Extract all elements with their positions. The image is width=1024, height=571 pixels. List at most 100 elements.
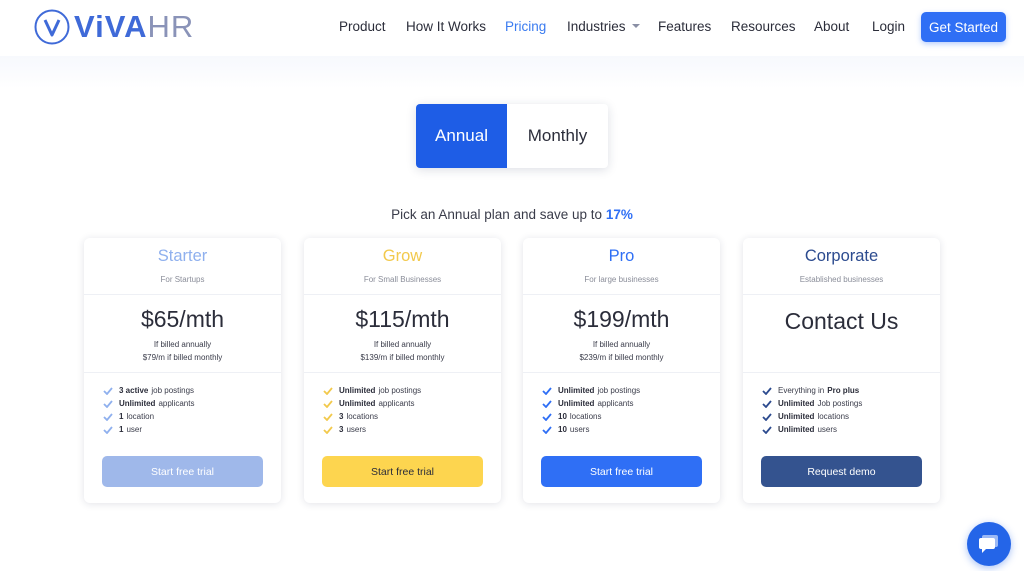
plan-cta-button[interactable]: Start free trial [102,456,263,487]
card-divider [84,294,281,295]
plan-name: Grow [382,247,423,265]
billed-annually-note: If billed annually [153,340,212,349]
feature-text: users [569,425,590,434]
feature-text: location [126,412,155,421]
chat-bubble-icon [979,535,998,553]
feature-text: Job postings [817,399,863,408]
feature-highlight: Unlimited [558,399,595,408]
nav-how-it-works[interactable]: How It Works [406,19,486,34]
feature-text: locations [346,412,379,421]
feature-text: applicants [378,399,415,408]
check-icon [323,425,333,434]
feature-list: Unlimited job postings Unlimited applicants… [323,384,421,436]
feature-item: 3 users [323,423,421,436]
card-divider [523,372,720,373]
feature-highlight: Unlimited [778,412,815,421]
feature-item: 3 active job postings [103,384,194,397]
feature-text: job postings [151,386,195,395]
feature-item: Unlimited locations [762,410,862,423]
plan-card-pro: Pro For large businesses $199/mth If billed… [523,238,720,503]
feature-highlight: Unlimited [558,386,595,395]
plan-cta-button[interactable]: Start free trial [322,456,483,487]
check-icon [542,386,552,395]
logo[interactable]: ViVAHR [34,9,194,45]
feature-list: Everything in Pro plus Unlimited Job postin… [762,384,862,436]
plan-card-starter: Starter For Startups $65/mth If billed annu… [84,238,281,503]
feature-highlight: 1 [119,412,124,421]
billed-annually-note: If billed annually [373,340,432,349]
check-icon [542,412,552,421]
toggle-monthly[interactable]: Monthly [507,104,608,168]
plan-card-grow: Grow For Small Businesses $115/mth If bille… [304,238,501,503]
check-icon [762,386,772,395]
site-header: ViVAHR Product How It Works Pricing Indu… [0,0,1024,56]
nav-pricing[interactable]: Pricing [505,19,546,34]
nav-industries-label: Industries [567,19,626,34]
feature-text: job postings [597,386,641,395]
billed-monthly-note: $239/m if billed monthly [579,353,664,362]
plan-subtitle: For large businesses [584,275,659,284]
plan-name: Corporate [804,247,879,265]
feature-item: Unlimited job postings [542,384,640,397]
card-divider [304,294,501,295]
feature-text: user [126,425,143,434]
billing-toggle: Annual Monthly [416,104,608,168]
plan-cta-button[interactable]: Request demo [761,456,922,487]
savings-text: Pick an Annual plan and save up to [391,207,603,222]
feature-highlight: 1 [119,425,124,434]
check-icon [542,425,552,434]
feature-item: 10 users [542,423,640,436]
feature-item: 1 user [103,423,194,436]
check-icon [103,399,113,408]
logo-text: ViVAHR [74,9,194,45]
plan-price: $115/mth [355,306,450,332]
feature-highlight: 3 [339,412,344,421]
feature-highlight: Unlimited [339,386,376,395]
nav-industries[interactable]: Industries [567,19,640,34]
feature-text: applicants [158,399,195,408]
feature-list: Unlimited job postings Unlimited applicants… [542,384,640,436]
check-icon [103,412,113,421]
chevron-down-icon [631,24,640,29]
check-icon [323,399,333,408]
chat-widget-button[interactable] [967,522,1011,566]
toggle-annual[interactable]: Annual [416,104,507,168]
savings-message: Pick an Annual plan and save up to 17% [0,207,1024,222]
plan-name: Starter [157,247,208,265]
feature-highlight: 10 [558,412,567,421]
feature-text: users [817,425,838,434]
nav-login[interactable]: Login [872,19,905,34]
card-divider [743,372,940,373]
billed-annually-note: If billed annually [592,340,651,349]
plan-price: Contact Us [784,308,899,334]
card-divider [84,372,281,373]
feature-item: Unlimited job postings [323,384,421,397]
feature-highlight: Pro plus [827,386,860,395]
feature-text: applicants [597,399,634,408]
plan-name: Pro [608,247,635,265]
card-divider [523,294,720,295]
logo-text-hr: HR [147,9,195,44]
feature-text: locations [817,412,850,421]
get-started-button[interactable]: Get Started [921,12,1006,42]
check-icon [762,425,772,434]
viva-logo-icon [34,9,70,45]
feature-text: users [346,425,367,434]
plan-subtitle: Established businesses [799,275,884,284]
nav-resources[interactable]: Resources [731,19,796,34]
feature-highlight: 10 [558,425,567,434]
check-icon [762,399,772,408]
check-icon [323,412,333,421]
plan-subtitle: For Startups [160,275,205,284]
nav-about[interactable]: About [814,19,849,34]
card-divider [743,294,940,295]
savings-percent: 17% [605,207,633,222]
check-icon [103,386,113,395]
logo-text-main: ViVA [74,9,148,44]
nav-product[interactable]: Product [339,19,386,34]
plan-cta-button[interactable]: Start free trial [541,456,702,487]
nav-features[interactable]: Features [658,19,711,34]
billed-monthly-note: $79/m if billed monthly [142,353,223,362]
feature-highlight: Unlimited [119,399,156,408]
feature-highlight: Unlimited [339,399,376,408]
